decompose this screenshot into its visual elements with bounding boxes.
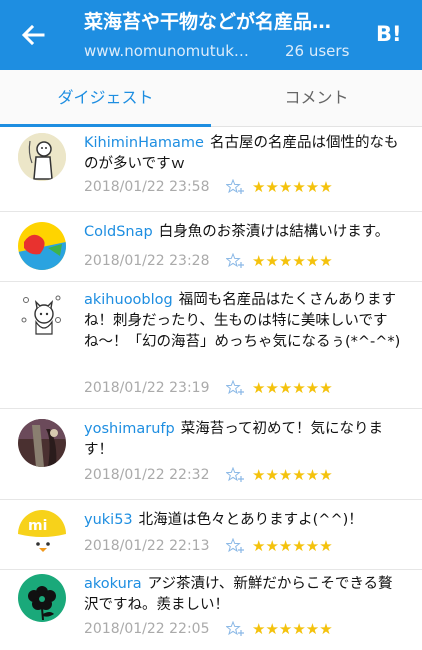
comment-body: akokura アジ茶漬け、新鮮だからこそできる贅沢ですね。羨ましい！ [84, 574, 402, 616]
add-star-icon[interactable] [226, 253, 246, 269]
comment-body: yoshimarufp 菜海苔って初めて！気になります！ [84, 419, 402, 461]
star-rating: ★★★★★★ [252, 466, 333, 484]
svg-text:mi: mi [28, 518, 47, 534]
arrow-left-icon [21, 24, 45, 46]
add-star-icon[interactable] [226, 380, 246, 396]
comment-item: yoshimarufp 菜海苔って初めて！気になります！ 2018/01/22 2… [0, 409, 422, 500]
avatar[interactable]: mi [18, 510, 66, 558]
comment-item: mi yuki53 北海道は色々とありますよ(^^)！ 2018/01/22 22… [0, 500, 422, 570]
comment-list: KihiminHamame 名古屋の名産品は個性的なものが多いですｗ 2018/0… [0, 127, 422, 650]
comment-item: akokura アジ茶漬け、新鮮だからこそできる贅沢ですね。羨ましい！ 2018/… [0, 570, 422, 650]
comment-date: 2018/01/22 22:13 [84, 538, 210, 554]
comment-text: 北海道は色々とありますよ(^^)！ [138, 512, 363, 528]
comment-user[interactable]: akokura [84, 576, 142, 592]
add-star-icon[interactable] [226, 467, 246, 483]
page-url: www.nomunomutuk… [84, 42, 249, 60]
star-rating: ★★★★★★ [252, 620, 333, 638]
avatar[interactable] [18, 574, 66, 622]
bookmark-button[interactable]: B! [376, 22, 402, 46]
comment-date: 2018/01/22 22:05 [84, 621, 210, 637]
tab-bar: ダイジェスト コメント [0, 70, 422, 127]
star-rating: ★★★★★★ [252, 252, 333, 270]
app-bar: 菜海苔や干物などが名産品… www.nomunomutuk… 26 users … [0, 0, 422, 70]
tab-digest[interactable]: ダイジェスト [0, 70, 211, 126]
comment-body: ColdSnap 白身魚のお茶漬けは結構いけます。 [84, 222, 402, 243]
add-star-icon[interactable] [226, 538, 246, 554]
avatar[interactable] [18, 222, 66, 270]
comment-item: KihiminHamame 名古屋の名産品は個性的なものが多いですｗ 2018/0… [0, 127, 422, 212]
avatar[interactable] [18, 133, 66, 181]
users-count: 26 users [285, 42, 350, 60]
comment-date: 2018/01/22 23:28 [84, 253, 210, 269]
tab-comments[interactable]: コメント [211, 70, 422, 126]
comment-user[interactable]: KihiminHamame [84, 135, 204, 151]
comment-body: akihuooblog 福岡も名産品はたくさんありますね！刺身だったり、生ものは特… [84, 290, 402, 353]
comment-user[interactable]: akihuooblog [84, 292, 173, 308]
page-title: 菜海苔や干物などが名産品… [84, 11, 332, 33]
comment-user[interactable]: ColdSnap [84, 224, 153, 240]
comment-user[interactable]: yoshimarufp [84, 421, 175, 437]
comment-body: KihiminHamame 名古屋の名産品は個性的なものが多いですｗ [84, 133, 402, 175]
comment-date: 2018/01/22 23:19 [84, 380, 210, 396]
star-rating: ★★★★★★ [252, 178, 333, 196]
comment-date: 2018/01/22 22:32 [84, 467, 210, 483]
avatar[interactable] [18, 290, 66, 338]
comment-text: 白身魚のお茶漬けは結構いけます。 [158, 224, 390, 240]
comment-item: akihuooblog 福岡も名産品はたくさんありますね！刺身だったり、生ものは特… [0, 282, 422, 409]
avatar[interactable] [18, 419, 66, 467]
add-star-icon[interactable] [226, 179, 246, 195]
comment-user[interactable]: yuki53 [84, 512, 133, 528]
comment-body: yuki53 北海道は色々とありますよ(^^)！ [84, 510, 402, 531]
comment-item: ColdSnap 白身魚のお茶漬けは結構いけます。 2018/01/22 23:2… [0, 212, 422, 282]
add-star-icon[interactable] [226, 621, 246, 637]
star-rating: ★★★★★★ [252, 537, 333, 555]
back-button[interactable] [18, 20, 48, 50]
comment-date: 2018/01/22 23:58 [84, 179, 210, 195]
star-rating: ★★★★★★ [252, 379, 333, 397]
